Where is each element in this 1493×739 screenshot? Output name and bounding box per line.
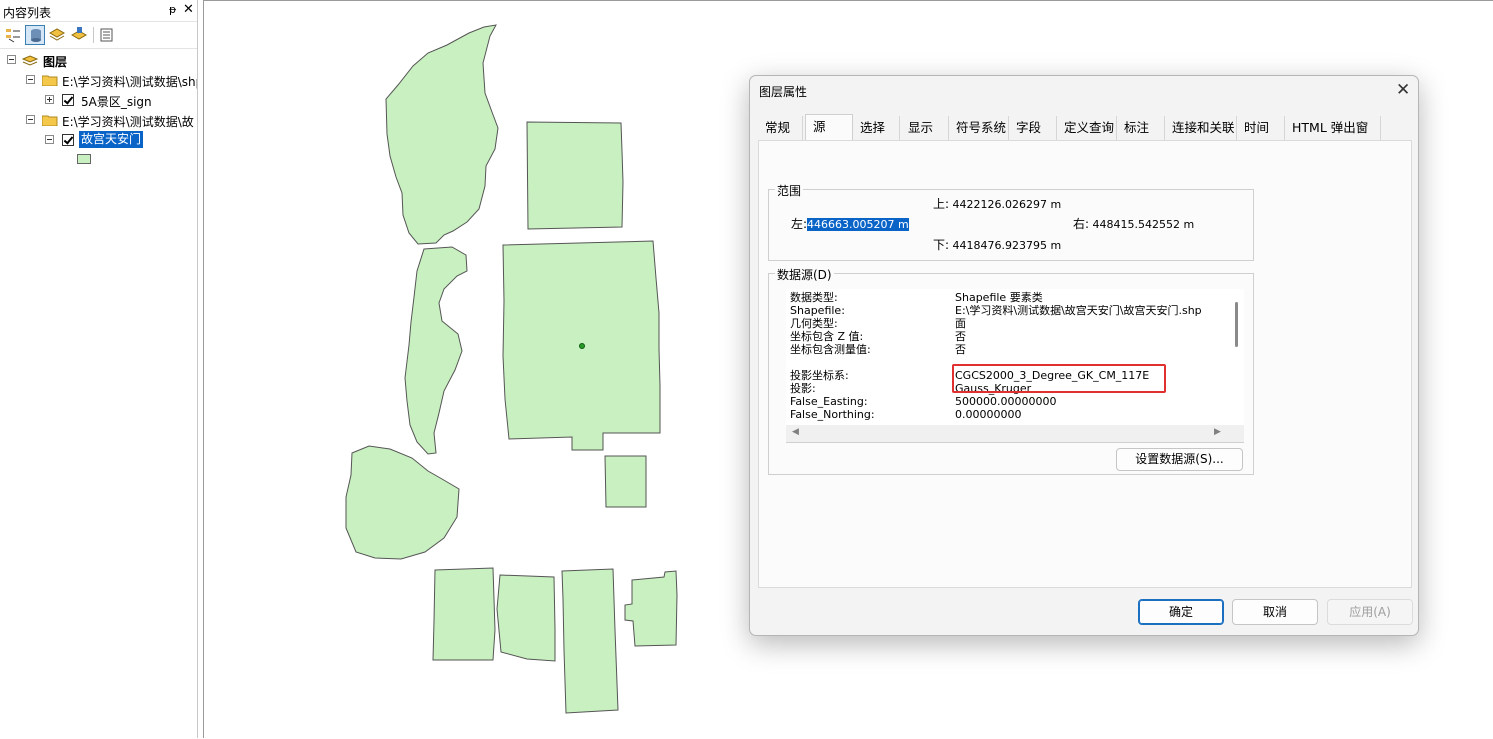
tree-layer-5a-sign[interactable]: 5A景区_sign (0, 90, 197, 110)
list-by-visibility-icon[interactable] (47, 25, 67, 45)
ds-key: 投影坐标系: (790, 369, 849, 382)
tab-joins-relates[interactable]: 连接和关联 (1165, 116, 1237, 140)
map-polygon (404, 246, 468, 455)
layers-icon (22, 55, 38, 66)
horizontal-scrollbar[interactable]: ◀ ▶ (786, 425, 1244, 442)
tree-root-label: 图层 (43, 55, 68, 69)
layer-symbol-swatch[interactable] (77, 154, 91, 164)
layer-name-label-selected[interactable]: 故宫天安门 (79, 131, 144, 148)
datasource-info-box[interactable]: 数据类型: Shapefile 要素类 Shapefile: E:\学习资料\测… (786, 289, 1244, 443)
folder-icon (42, 75, 58, 86)
extent-legend: 范围 (775, 182, 804, 199)
tree-group-2[interactable]: E:\学习资料\测试数据\故 (0, 110, 197, 130)
ds-key: 数据类型: (790, 291, 838, 304)
tab-strip: 常规 源 选择 显示 符号系统 字段 定义查询 标注 连接和关联 时间 HTML… (758, 114, 1412, 159)
ds-value: 否 (955, 343, 966, 356)
ds-key: False_Easting: (790, 395, 868, 408)
tree-group-1[interactable]: E:\学习资料\测试数据\shp (0, 70, 197, 90)
toc-title: 内容列表 (3, 6, 52, 20)
toolbar-separator (93, 27, 94, 43)
map-point-marker (579, 343, 585, 349)
ok-button[interactable]: 确定 (1138, 599, 1224, 625)
toc-title-bar: 内容列表 ᵽ ✕ (0, 0, 197, 22)
ds-key: False_Northing: (790, 408, 875, 421)
close-icon[interactable]: ✕ (1396, 80, 1410, 100)
layer-properties-dialog: 图层属性 ✕ 常规 源 选择 显示 符号系统 字段 定义查询 标注 连接和关联 … (749, 75, 1419, 636)
vertical-scrollbar[interactable] (1230, 292, 1244, 425)
map-polygon (345, 445, 460, 560)
tab-fields[interactable]: 字段 (1009, 116, 1057, 140)
map-polygon (432, 567, 496, 661)
ds-value: 否 (955, 330, 966, 343)
extent-right: 右: 448415.542552 m (1073, 217, 1195, 231)
expand-icon[interactable] (45, 95, 54, 104)
tab-selection[interactable]: 选择 (853, 116, 900, 140)
ds-value: 面 (955, 317, 966, 330)
map-polygon (496, 574, 556, 662)
scroll-right-icon[interactable]: ▶ (1214, 427, 1221, 437)
collapse-icon[interactable] (45, 135, 54, 144)
tab-html-popup[interactable]: HTML 弹出窗口 (1285, 116, 1381, 159)
tree-root-layers[interactable]: 图层 (0, 50, 197, 70)
close-icon[interactable]: ✕ (183, 2, 194, 17)
layer-visibility-checkbox[interactable] (62, 134, 74, 146)
list-by-drawing-order-icon[interactable] (3, 25, 23, 45)
table-of-contents-panel: 内容列表 ᵽ ✕ 图层 E:\学习资料\测试数据\shp 5A景区_sign E… (0, 0, 198, 738)
extent-bottom: 下: 4418476.923795 m (933, 238, 1062, 252)
pin-icon[interactable]: ᵽ (169, 3, 176, 16)
collapse-icon[interactable] (26, 115, 35, 124)
toc-toolbar (0, 22, 197, 49)
extent-left-value[interactable]: 446663.005207 m (807, 218, 909, 231)
source-tab-panel: 范围 上: 4422126.026297 m 左:446663.005207 m… (758, 140, 1412, 588)
ds-key: 投影: (790, 382, 816, 395)
scrollbar-thumb[interactable] (1235, 302, 1238, 347)
extent-left: 左:446663.005207 m (791, 217, 909, 231)
scroll-left-icon[interactable]: ◀ (792, 427, 799, 437)
group-path-label: E:\学习资料\测试数据\shp (62, 75, 197, 89)
datasource-legend: 数据源(D) (775, 266, 834, 283)
datasource-group: 数据源(D) 数据类型: Shapefile 要素类 Shapefile: E:… (768, 266, 1254, 475)
collapse-icon[interactable] (7, 55, 16, 64)
dialog-title: 图层属性 (759, 85, 808, 99)
tab-source[interactable]: 源 (805, 114, 853, 140)
collapse-icon[interactable] (26, 75, 35, 84)
tree-layer-gugong[interactable]: 故宫天安门 (0, 130, 197, 150)
ds-key: 坐标包含 Z 值: (790, 330, 864, 343)
ds-value: 0.00000000 (955, 408, 1022, 421)
list-by-selection-icon[interactable] (69, 25, 89, 45)
layer-name-label[interactable]: 5A景区_sign (81, 93, 152, 110)
ds-value: 500000.00000000 (955, 395, 1057, 408)
map-polygon (624, 570, 678, 647)
layer-visibility-checkbox[interactable] (62, 94, 74, 106)
list-by-source-icon[interactable] (25, 25, 45, 45)
extent-top: 上: 4422126.026297 m (933, 197, 1062, 211)
tab-general[interactable]: 常规 (758, 116, 803, 140)
ds-key: 几何类型: (790, 317, 838, 330)
apply-button[interactable]: 应用(A) (1327, 599, 1413, 625)
extent-group: 范围 上: 4422126.026297 m 左:446663.005207 m… (768, 182, 1254, 261)
highlight-annotation-box (952, 364, 1166, 393)
ds-value: Shapefile 要素类 (955, 291, 1043, 304)
tab-definition-query[interactable]: 定义查询 (1057, 116, 1117, 140)
cancel-button[interactable]: 取消 (1232, 599, 1318, 625)
map-polygon (526, 121, 624, 230)
tab-labels[interactable]: 标注 (1117, 116, 1165, 140)
set-data-source-button[interactable]: 设置数据源(S)... (1116, 448, 1243, 471)
map-polygon (385, 24, 499, 245)
folder-icon (42, 115, 58, 126)
ds-key: Shapefile: (790, 304, 845, 317)
group-path-label: E:\学习资料\测试数据\故 (62, 115, 194, 129)
tab-symbology[interactable]: 符号系统 (949, 116, 1009, 140)
ds-value: E:\学习资料\测试数据\故宫天安门\故宫天安门.shp (955, 305, 1202, 317)
map-polygon (604, 455, 647, 508)
tab-time[interactable]: 时间 (1237, 116, 1285, 140)
ds-key: 坐标包含测量值: (790, 343, 871, 356)
options-icon[interactable] (97, 25, 117, 45)
tab-display[interactable]: 显示 (901, 116, 949, 140)
map-polygon (561, 568, 619, 714)
